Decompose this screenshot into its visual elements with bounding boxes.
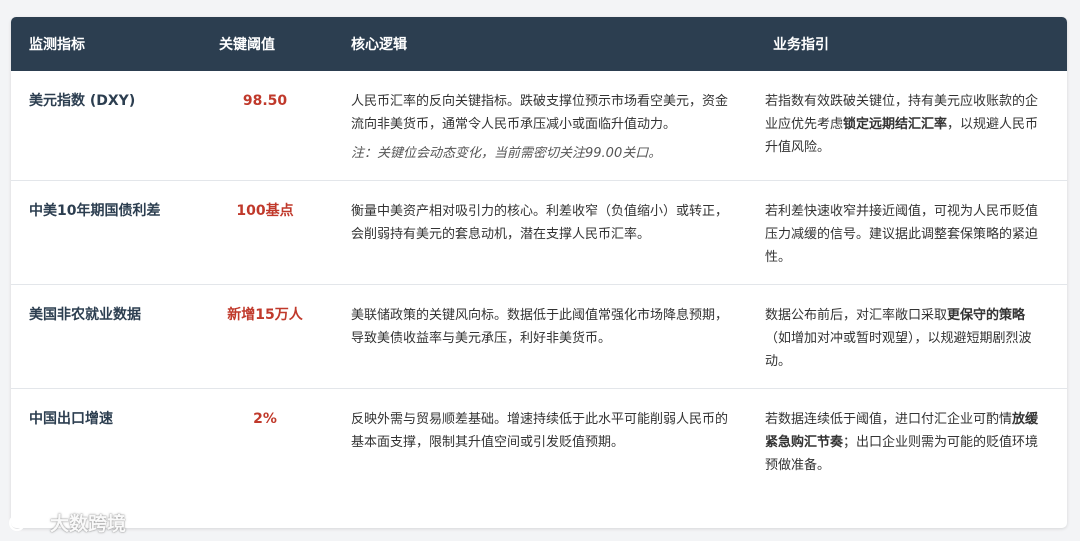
metric-cell: 美国非农就业数据 — [29, 307, 141, 323]
header-logic: 核心逻辑 — [351, 37, 407, 53]
logic-cell: 美联储政策的关键风向标。数据低于此阈值常强化市场降息预期，导致美债收益率与美元承… — [333, 285, 755, 389]
metric-cell: 中美10年期国债利差 — [29, 203, 161, 219]
guidance-cell: 若利差快速收窄并接近阈值，可视为人民币贬值压力减缓的信号。建议据此调整套保策略的… — [755, 181, 1067, 285]
threshold-cell: 98.50 — [242, 93, 288, 109]
watermark-logo: 大数跨境 — [8, 507, 126, 537]
guidance-cell: 数据公布前后，对汇率敞口采取更保守的策略 （如增加对冲或暂时观望），以规避短期剧烈… — [755, 285, 1067, 389]
logic-note: 注：关键位会动态变化，当前需密切关注99.00关口。 — [351, 146, 662, 161]
watermark-text: 大数跨境 — [50, 512, 127, 535]
guidance-cell: 若指数有效跌破关键位，持有美元应收账款的企业应优先考虑锁定远期结汇汇率，以规避人… — [755, 71, 1067, 181]
threshold-cell: 100基点 — [236, 203, 294, 219]
header-threshold: 关键阈值 — [219, 37, 275, 53]
logic-text: 人民币汇率的反向关键指标。跌破支撑位预示市场看空美元，资金流向非美货币，通常令人… — [351, 94, 729, 132]
indicator-table: 监测指标 关键阈值 核心逻辑 业务指引 美元指数 (DXY) 98.50 人民币… — [11, 17, 1067, 492]
logic-text: 反映外需与贸易顺差基础。增速持续低于此水平可能削弱人民币的基本面支撑，限制其升值… — [351, 412, 729, 450]
table-row: 美元指数 (DXY) 98.50 人民币汇率的反向关键指标。跌破支撑位预示市场看… — [11, 71, 1067, 181]
logic-cell: 反映外需与贸易顺差基础。增速持续低于此水平可能削弱人民币的基本面支撑，限制其升值… — [333, 389, 755, 493]
threshold-cell: 新增15万人 — [227, 307, 303, 323]
logic-cell: 人民币汇率的反向关键指标。跌破支撑位预示市场看空美元，资金流向非美货币，通常令人… — [333, 71, 755, 181]
guidance-text-tail: （如增加对冲或暂时观望），以规避短期剧烈波动。 — [765, 331, 1032, 369]
guidance-text: 数据公布前后，对汇率敞口采取 — [765, 308, 948, 323]
metric-cell: 中国出口增速 — [29, 411, 113, 427]
logo-icon — [8, 513, 44, 532]
logic-cell: 衡量中美资产相对吸引力的核心。利差收窄（负值缩小）或转正，会削弱持有美元的套息动… — [333, 181, 755, 285]
guidance-emphasis: 锁定远期结汇汇率 — [843, 117, 948, 132]
header-metric: 监测指标 — [29, 37, 85, 53]
table-row: 中国出口增速 2% 反映外需与贸易顺差基础。增速持续低于此水平可能削弱人民币的基… — [11, 388, 1067, 493]
metric-cell: 美元指数 (DXY) — [29, 93, 136, 109]
guidance-cell: 若数据连续低于阈值，进口付汇企业可酌情放缓紧急购汇节奏；出口企业则需为可能的贬值… — [755, 389, 1067, 493]
table-header-row: 监测指标 关键阈值 核心逻辑 业务指引 — [11, 17, 1067, 71]
guidance-emphasis: 更保守的策略 — [947, 308, 1026, 323]
threshold-cell: 2% — [253, 411, 277, 427]
indicator-table-card: 监测指标 关键阈值 核心逻辑 业务指引 美元指数 (DXY) 98.50 人民币… — [11, 17, 1067, 528]
guidance-text: 若数据连续低于阈值，进口付汇企业可酌情 — [765, 412, 1013, 427]
table-row: 美国非农就业数据 新增15万人 美联储政策的关键风向标。数据低于此阈值常强化市场… — [11, 284, 1067, 389]
logic-text: 衡量中美资产相对吸引力的核心。利差收窄（负值缩小）或转正，会削弱持有美元的套息动… — [351, 204, 729, 242]
table-row: 中美10年期国债利差 100基点 衡量中美资产相对吸引力的核心。利差收窄（负值缩… — [11, 180, 1067, 285]
logic-text: 美联储政策的关键风向标。数据低于此阈值常强化市场降息预期，导致美债收益率与美元承… — [351, 308, 729, 346]
guidance-text: 若利差快速收窄并接近阈值，可视为人民币贬值压力减缓的信号。建议据此调整套保策略的… — [765, 204, 1039, 265]
header-guidance: 业务指引 — [773, 37, 829, 53]
